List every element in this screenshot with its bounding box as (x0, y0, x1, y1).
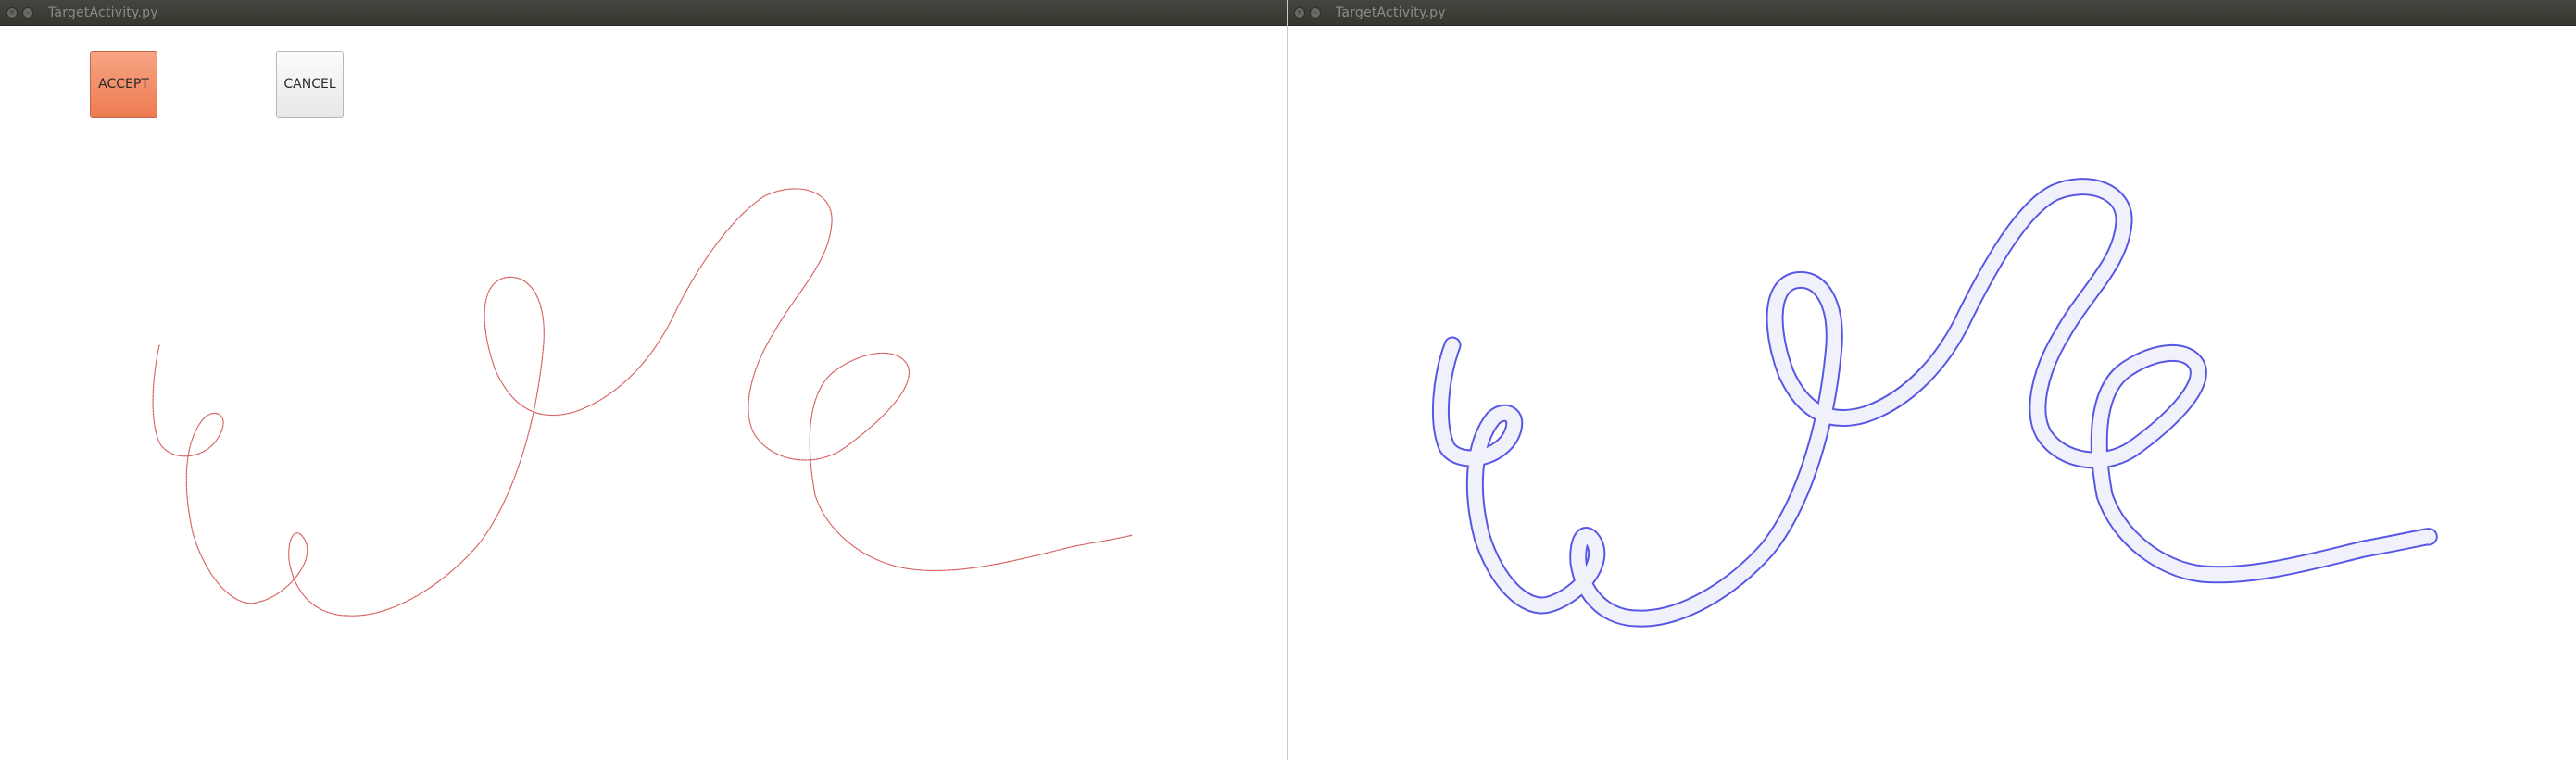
handwriting-stroke (152, 188, 1133, 617)
target-activity-window-right: × – TargetActivity.py (1288, 0, 2576, 760)
target-tube-outline (1440, 187, 2429, 618)
drawing-canvas[interactable] (0, 0, 1287, 760)
target-activity-window-left: × – TargetActivity.py ACCEPT CANCEL (0, 0, 1287, 760)
target-canvas (1288, 0, 2576, 760)
